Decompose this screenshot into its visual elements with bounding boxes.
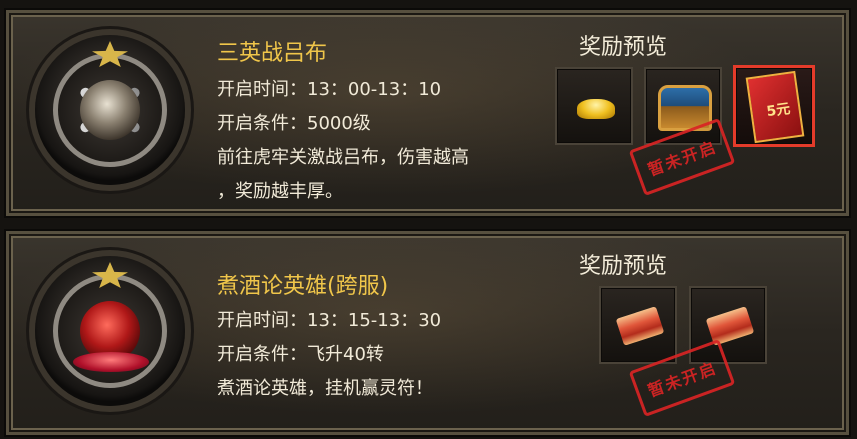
event-description-line-1: 煮酒论英雄，挂机赢灵符！ — [217, 378, 433, 399]
event-open-condition: 开启条件：5000级 — [217, 113, 371, 134]
event-description-line-2: ，奖励越丰厚。 — [217, 181, 343, 202]
reward-preview-title: 奖励预览 — [579, 35, 668, 60]
event-title: 三英战吕布 — [217, 41, 328, 66]
red-envelope-icon: 5元 — [745, 70, 805, 144]
gold-ingot-icon — [577, 99, 615, 119]
red-envelope-value: 5元 — [765, 100, 792, 121]
event-description-line-1: 前往虎牢关激战吕布，伤害越高 — [217, 147, 469, 168]
swords-skull-badge-icon — [35, 35, 185, 185]
talisman-scroll-icon — [615, 306, 665, 346]
event-title: 煮酒论英雄(跨服) — [217, 274, 389, 299]
event-card-lubu[interactable]: 三英战吕布 开启时间：13：00-13：10 开启条件：5000级 前往虎牢关激… — [6, 10, 849, 216]
event-card-wine-heroes[interactable]: 煮酒论英雄(跨服) 开启时间：13：15-13：30 开启条件：飞升40转 煮酒… — [6, 231, 849, 435]
reward-slot-red-envelope[interactable]: 5元 — [733, 65, 815, 147]
event-open-time: 开启时间：13：15-13：30 — [217, 310, 442, 331]
event-open-condition: 开启条件：飞升40转 — [217, 344, 384, 365]
reward-slot-talisman-1[interactable] — [599, 286, 677, 364]
reward-preview-title: 奖励预览 — [579, 254, 668, 279]
reward-slot-gold-ingot[interactable] — [555, 67, 633, 145]
wine-jar-badge-icon — [35, 256, 185, 406]
event-open-time: 开启时间：13：00-13：10 — [217, 79, 442, 100]
